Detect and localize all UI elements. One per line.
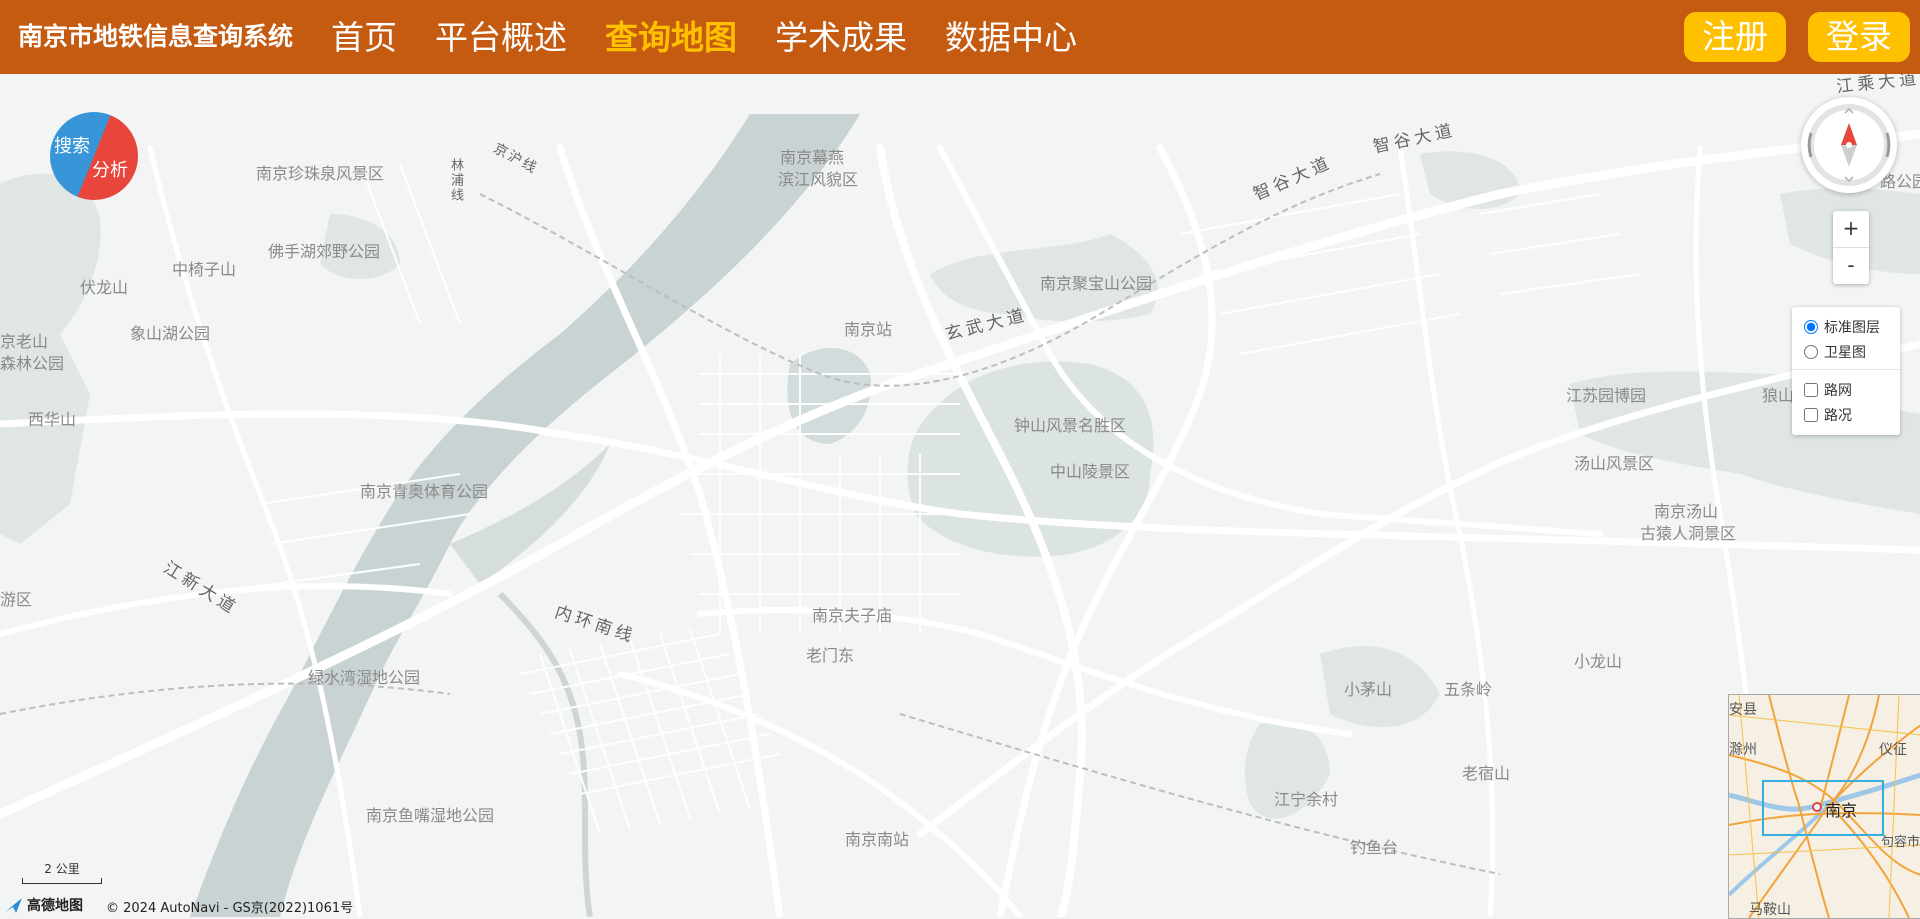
- analysis-label[interactable]: 分析: [92, 156, 128, 182]
- login-button[interactable]: 登录: [1808, 12, 1910, 62]
- main-menu: 首页 平台概述 查询地图 学术成果 数据中心: [312, 0, 1096, 74]
- layer-option-satellite[interactable]: 卫星图: [1804, 342, 1866, 362]
- menu-item-data-center[interactable]: 数据中心: [926, 0, 1096, 74]
- search-analysis-button[interactable]: 搜索 分析: [50, 112, 138, 200]
- overview-label: 南京: [1825, 801, 1858, 820]
- place-label: 中山陵景区: [1050, 462, 1131, 481]
- map-base-layer: [0, 114, 1920, 917]
- layer-option-roadnet[interactable]: 路网: [1804, 380, 1852, 400]
- layer-label: 路况: [1824, 408, 1852, 424]
- site-title[interactable]: 南京市地铁信息查询系统: [18, 0, 293, 74]
- place-label: 象山湖公园: [130, 324, 211, 343]
- menu-item-home[interactable]: 首页: [312, 0, 416, 74]
- scale-line: [22, 878, 102, 884]
- zoom-control: + -: [1833, 211, 1869, 284]
- place-label: 南京夫子庙: [812, 606, 893, 625]
- overview-label: 滁州: [1729, 742, 1757, 758]
- traffic-checkbox[interactable]: [1804, 408, 1818, 422]
- place-label: 古猿人洞景区: [1640, 524, 1737, 543]
- place-label: 钓鱼台: [1350, 838, 1399, 857]
- top-nav-bar: 南京市地铁信息查询系统 首页 平台概述 查询地图 学术成果 数据中心 注册 登录: [0, 0, 1920, 74]
- search-label[interactable]: 搜索: [54, 132, 90, 158]
- layer-option-traffic[interactable]: 路况: [1804, 405, 1852, 425]
- amap-logo-icon: [5, 898, 22, 913]
- place-label: 滨江风貌区: [778, 170, 859, 189]
- place-label: 伏龙山: [80, 278, 129, 297]
- standard-layer-radio[interactable]: [1804, 320, 1818, 334]
- place-label: 游区: [0, 590, 33, 609]
- place-label: 老门东: [806, 646, 855, 665]
- overview-label: 安县: [1729, 702, 1757, 718]
- scale-label: 2 公里: [44, 862, 80, 876]
- place-label: 南京站: [844, 320, 893, 339]
- place-label: 汤山风景区: [1574, 454, 1655, 473]
- place-label: 南京南站: [845, 830, 910, 849]
- compass-icon: [1807, 104, 1891, 186]
- satellite-layer-radio[interactable]: [1804, 345, 1818, 359]
- menu-item-query-map[interactable]: 查询地图: [586, 0, 756, 74]
- place-label: 绿水湾湿地公园: [308, 668, 421, 687]
- place-label: 南京汤山: [1654, 502, 1719, 521]
- overview-label: 仪征: [1879, 742, 1907, 758]
- layer-label: 路网: [1824, 383, 1852, 399]
- overview-label: 马鞍山: [1749, 902, 1791, 918]
- overview-label: 句容市: [1881, 835, 1920, 850]
- place-label: 江苏园博园: [1566, 386, 1647, 405]
- place-label: 南京聚宝山公园: [1040, 274, 1153, 293]
- place-label: 小茅山: [1344, 680, 1393, 699]
- overview-map[interactable]: 安县 滁州 仪征 南京 句容市 马鞍山: [1728, 694, 1920, 919]
- layer-label: 卫星图: [1824, 345, 1866, 361]
- compass-control[interactable]: [1801, 97, 1897, 193]
- place-label: 钟山风景名胜区: [1014, 416, 1127, 435]
- map-copyright: © 2024 AutoNavi - GS京(2022)1061号: [106, 901, 354, 916]
- place-label: 南京幕燕: [780, 148, 845, 167]
- layer-option-standard[interactable]: 标准图层: [1804, 317, 1880, 337]
- roadnet-checkbox[interactable]: [1804, 383, 1818, 397]
- place-label: 老宿山: [1462, 764, 1511, 783]
- layer-switcher: 标准图层 卫星图 路网 路况: [1792, 307, 1900, 435]
- scale-bar: 2 公里: [22, 860, 102, 884]
- logo-text: 高德地图: [27, 898, 83, 914]
- place-label: 小龙山: [1574, 652, 1623, 671]
- place-label: 京老山: [0, 332, 49, 351]
- place-label: 南京珍珠泉风景区: [256, 164, 385, 183]
- layer-divider: [1792, 369, 1900, 370]
- place-label: 五条岭: [1444, 680, 1493, 699]
- zoom-in-button[interactable]: +: [1833, 211, 1869, 248]
- place-label: 南京鱼嘴湿地公园: [366, 806, 495, 825]
- map-canvas[interactable]: 南京珍珠泉风景区 南京幕燕 滨江风貌区 佛手湖郊野公园 中椅子山 伏龙山 象山湖…: [0, 74, 1920, 917]
- place-label: 佛手湖郊野公园: [268, 242, 381, 261]
- place-label: 江宁余村: [1274, 790, 1339, 809]
- place-label: 南京青奥体育公园: [360, 482, 489, 501]
- menu-item-overview[interactable]: 平台概述: [416, 0, 586, 74]
- layer-label: 标准图层: [1824, 320, 1880, 336]
- place-label: 森林公园: [0, 354, 65, 373]
- amap-logo[interactable]: 高德地图: [4, 895, 83, 915]
- place-label: 狼山: [1762, 386, 1795, 405]
- zoom-out-button[interactable]: -: [1833, 248, 1869, 284]
- menu-item-academic[interactable]: 学术成果: [756, 0, 926, 74]
- place-label: 西华山: [28, 410, 77, 429]
- place-label: 中椅子山: [172, 260, 237, 279]
- road-label: 林浦线: [448, 158, 463, 203]
- register-button[interactable]: 注册: [1684, 12, 1786, 62]
